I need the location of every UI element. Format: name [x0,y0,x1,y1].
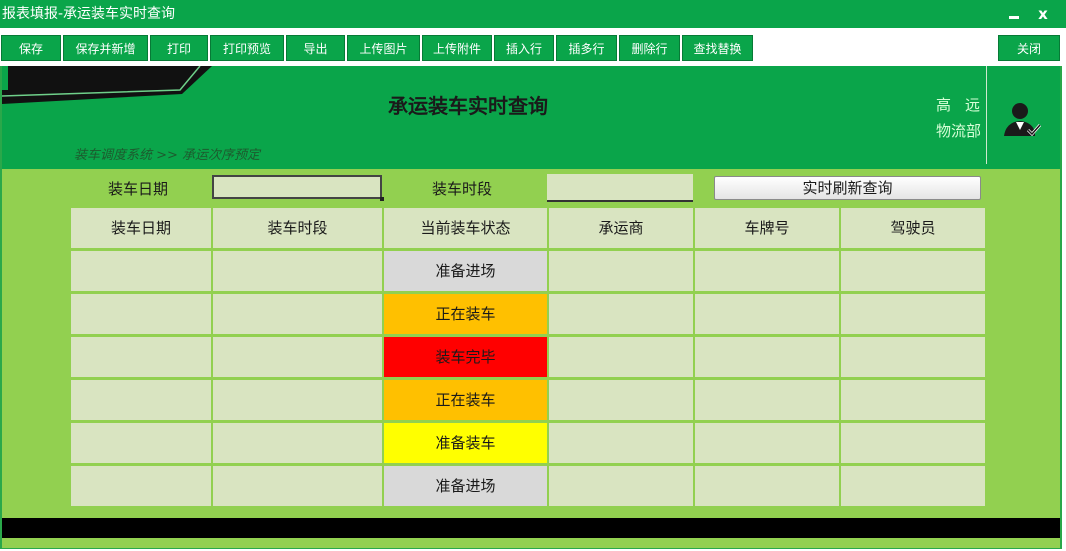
status-cell[interactable]: 准备装车 [384,423,547,463]
column-header: 装车时段 [213,208,382,248]
table-cell[interactable] [841,294,985,334]
table-cell[interactable] [549,294,693,334]
table-cell[interactable] [213,337,382,377]
table-cell[interactable] [213,294,382,334]
toolbar-button-0[interactable]: 保存 [1,35,61,61]
table-cell[interactable] [841,380,985,420]
table-cell[interactable] [213,466,382,506]
toolbar: 保存 保存并新增 打印 打印预览 导出 上传图片 上传附件 插入行 插多行 删除行 查找替换 关闭 [0,28,1066,66]
table-cell[interactable] [695,294,839,334]
title-bar: 报表填报-承运装车实时查询 x [0,0,1066,28]
toolbar-button-4[interactable]: 导出 [286,35,345,61]
page-title: 承运装车实时查询 [388,94,548,118]
query-panel: 装车日期 装车时段 实时刷新查询 装车日期 装车时段 当前装车状态 承运商 车牌号 驾驶员… [2,169,1060,519]
table-cell[interactable] [695,380,839,420]
table-cell[interactable] [549,423,693,463]
toolbar-button-1[interactable]: 保存并新增 [63,35,148,61]
time-input[interactable] [547,174,693,202]
date-input[interactable] [212,175,384,201]
toolbar-button-7[interactable]: 插入行 [494,35,554,61]
resize-handle[interactable] [380,197,384,201]
status-cell[interactable]: 正在装车 [384,380,547,420]
table-cell[interactable] [841,337,985,377]
status-bar [2,518,1060,538]
table-cell[interactable] [71,423,211,463]
table-cell[interactable] [71,337,211,377]
status-cell[interactable]: 准备进场 [384,466,547,506]
header-divider [986,66,987,164]
table-cell[interactable] [841,251,985,291]
time-label: 装车时段 [432,180,493,198]
minimize-icon [1009,16,1019,19]
toolbar-button-5[interactable]: 上传图片 [347,35,420,61]
column-header: 车牌号 [695,208,839,248]
toolbar-button-3[interactable]: 打印预览 [210,35,284,61]
user-icon[interactable] [1002,102,1042,138]
table-cell[interactable] [549,466,693,506]
window-title: 报表填报-承运装车实时查询 [2,6,176,22]
toolbar-button-9[interactable]: 删除行 [619,35,680,61]
table-cell[interactable] [695,466,839,506]
page-header: 承运装车实时查询 装车调度系统 >> 承运次序预定 高远 物流部 [2,66,1060,169]
breadcrumb: 装车调度系统 >> 承运次序预定 [74,148,261,163]
table-cell[interactable] [71,294,211,334]
toolbar-button-6[interactable]: 上传附件 [422,35,492,61]
column-header: 当前装车状态 [384,208,547,248]
date-label: 装车日期 [108,180,169,198]
status-cell[interactable]: 装车完毕 [384,337,547,377]
window-close-button[interactable]: x [1033,0,1053,28]
table-cell[interactable] [841,423,985,463]
table-cell[interactable] [841,466,985,506]
refresh-query-button[interactable]: 实时刷新查询 [714,176,981,200]
table-cell[interactable] [695,337,839,377]
table-cell[interactable] [549,380,693,420]
column-header: 装车日期 [71,208,211,248]
toolbar-button-8[interactable]: 插多行 [556,35,617,61]
close-button[interactable]: 关闭 [998,35,1060,61]
table-cell[interactable] [71,380,211,420]
table-cell[interactable] [213,251,382,291]
status-cell[interactable]: 准备进场 [384,251,547,291]
minimize-button[interactable] [1004,0,1024,28]
table-cell[interactable] [695,423,839,463]
column-header: 驾驶员 [841,208,985,248]
table-cell[interactable] [549,251,693,291]
table-cell[interactable] [71,251,211,291]
column-header: 承运商 [549,208,693,248]
table-cell[interactable] [71,466,211,506]
toolbar-button-2[interactable]: 打印 [150,35,208,61]
status-cell[interactable]: 正在装车 [384,294,547,334]
table-cell[interactable] [213,423,382,463]
table-cell[interactable] [549,337,693,377]
table-cell[interactable] [213,380,382,420]
header-decoration [2,66,212,104]
bottom-strip [2,538,1060,548]
toolbar-button-10[interactable]: 查找替换 [682,35,753,61]
table-cell[interactable] [695,251,839,291]
